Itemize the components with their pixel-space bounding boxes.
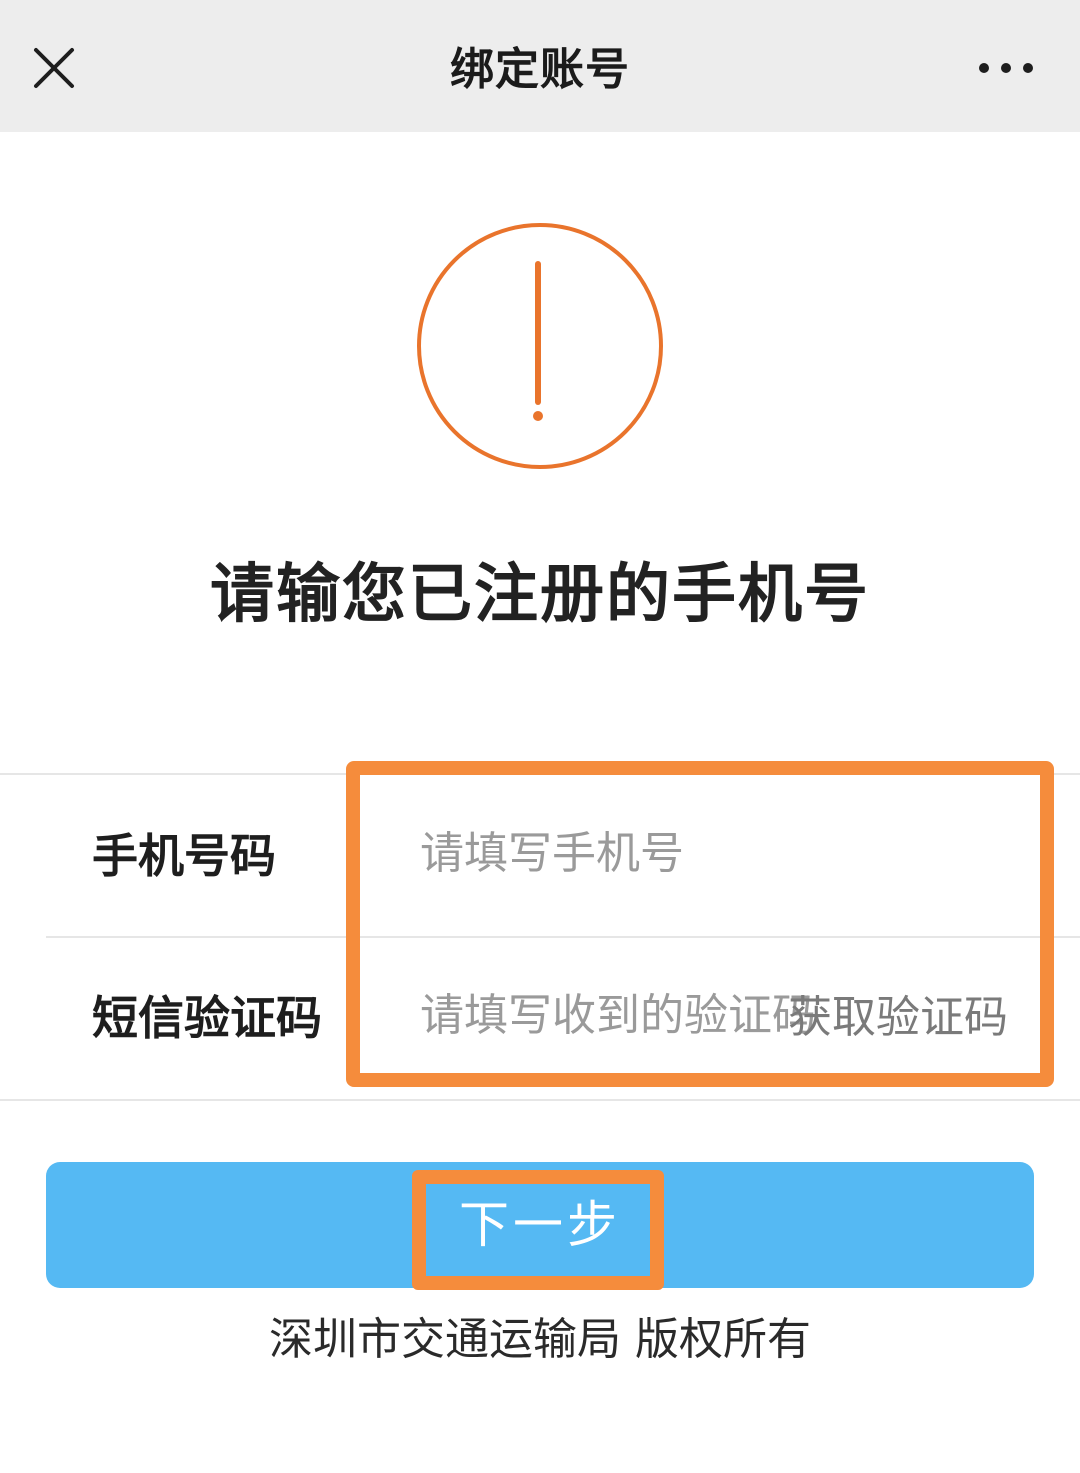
more-horizontal-icon[interactable] bbox=[974, 56, 1038, 80]
nav-title: 绑定账号 bbox=[450, 44, 630, 95]
code-label: 短信验证码 bbox=[92, 991, 322, 1045]
sms-code-input[interactable] bbox=[420, 975, 820, 1055]
page-headline: 请输您已注册的手机号 bbox=[210, 558, 870, 632]
navbar: 绑定账号 bbox=[0, 0, 1080, 132]
bind-account-page: 绑定账号 请输您已注册的手机号 手机号码 短信验证码 获取验证码 bbox=[0, 0, 1080, 1473]
phone-label: 手机号码 bbox=[92, 829, 276, 883]
next-step-button[interactable]: 下一步 bbox=[46, 1162, 1034, 1288]
phone-input[interactable] bbox=[420, 813, 1020, 893]
get-code-button[interactable]: 获取验证码 bbox=[788, 937, 1008, 1099]
copyright-footer: 深圳市交通运输局 版权所有 bbox=[269, 1314, 811, 1365]
exclamation-circle-icon bbox=[414, 220, 666, 472]
bind-form: 手机号码 短信验证码 获取验证码 bbox=[0, 773, 1080, 1101]
next-step-label: 下一步 bbox=[459, 1196, 621, 1254]
code-row: 短信验证码 获取验证码 bbox=[0, 937, 1080, 1099]
phone-row: 手机号码 bbox=[0, 775, 1080, 937]
